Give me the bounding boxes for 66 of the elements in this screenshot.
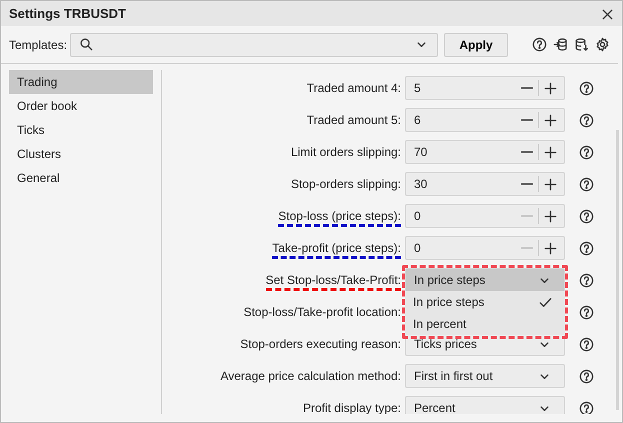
minus-icon	[521, 151, 533, 153]
plus-icon	[542, 112, 558, 128]
number-field[interactable]: 0	[406, 239, 506, 257]
field-label: Limit orders slipping:	[290, 145, 401, 159]
menu-option[interactable]: In percent	[405, 313, 565, 335]
number-spinbox[interactable]: 0	[405, 204, 565, 228]
number-spinbox[interactable]: 70	[405, 140, 565, 164]
apply-button[interactable]: Apply	[444, 32, 508, 56]
number-field[interactable]: 5	[406, 79, 506, 97]
plus-icon	[542, 240, 558, 256]
help-icon[interactable]	[579, 80, 594, 96]
sidebar-item[interactable]: General	[9, 166, 153, 190]
scrollbar-thumb[interactable]	[616, 130, 619, 410]
menu-option[interactable]: In price steps	[405, 291, 565, 313]
dropdown[interactable]: In price steps	[405, 268, 565, 292]
number-field[interactable]: 0	[406, 207, 506, 225]
help-icon[interactable]	[579, 304, 594, 320]
help-icon[interactable]	[579, 336, 594, 352]
window-title: Settings TRBUSDT	[9, 4, 126, 23]
field-label: Stop-orders slipping:	[290, 177, 401, 191]
templates-label: Templates:	[9, 36, 68, 54]
dropdown[interactable]: First in first out	[405, 364, 565, 388]
database-import-icon[interactable]	[553, 37, 568, 52]
help-icon[interactable]	[579, 368, 594, 384]
sidebar-item[interactable]: Trading	[9, 70, 153, 94]
settings-icon[interactable]	[595, 37, 610, 52]
help-icon[interactable]	[579, 240, 594, 256]
number-spinbox[interactable]: 6	[405, 108, 565, 132]
minus-icon	[521, 119, 533, 121]
number-field[interactable]: 6	[406, 111, 506, 129]
field-label: Traded amount 5:	[306, 113, 401, 127]
search-icon	[79, 37, 94, 52]
number-field[interactable]: 70	[406, 143, 506, 161]
field-label: Stop-orders executing reason:	[240, 337, 401, 351]
plus-icon	[542, 80, 558, 96]
number-spinbox[interactable]: 0	[405, 236, 565, 260]
field-label: Set Stop-loss/Take-Profit:	[266, 273, 401, 291]
field-label: Take-profit (price steps):	[272, 241, 401, 259]
number-spinbox[interactable]: 30	[405, 172, 565, 196]
field-label: Average price calculation method:	[220, 369, 401, 383]
field-label: Stop-loss (price steps):	[278, 209, 401, 227]
help-icon[interactable]	[532, 37, 547, 52]
close-icon	[600, 6, 615, 22]
help-icon[interactable]	[579, 400, 594, 414]
help-icon[interactable]	[579, 112, 594, 128]
minus-icon	[521, 87, 533, 89]
plus-icon	[542, 176, 558, 192]
minus-icon	[521, 247, 533, 249]
field-label: Stop-loss/Take-profit location:	[244, 305, 401, 319]
number-spinbox[interactable]: 5	[405, 76, 565, 100]
help-icon[interactable]	[579, 176, 594, 192]
field-label: Traded amount 4:	[306, 81, 401, 95]
database-download-icon[interactable]	[574, 37, 589, 52]
dropdown[interactable]: Percent	[405, 396, 565, 414]
help-icon[interactable]	[579, 272, 594, 288]
sidebar-item[interactable]: Order book	[9, 94, 153, 118]
plus-icon	[542, 208, 558, 224]
sidebar-item[interactable]: Clusters	[9, 142, 153, 166]
plus-icon	[542, 144, 558, 160]
minus-icon	[521, 183, 533, 185]
help-icon[interactable]	[579, 144, 594, 160]
help-icon[interactable]	[579, 208, 594, 224]
close-button[interactable]	[600, 6, 614, 20]
minus-icon	[521, 215, 533, 217]
sidebar-item[interactable]: Ticks	[9, 118, 153, 142]
number-field[interactable]: 30	[406, 175, 506, 193]
